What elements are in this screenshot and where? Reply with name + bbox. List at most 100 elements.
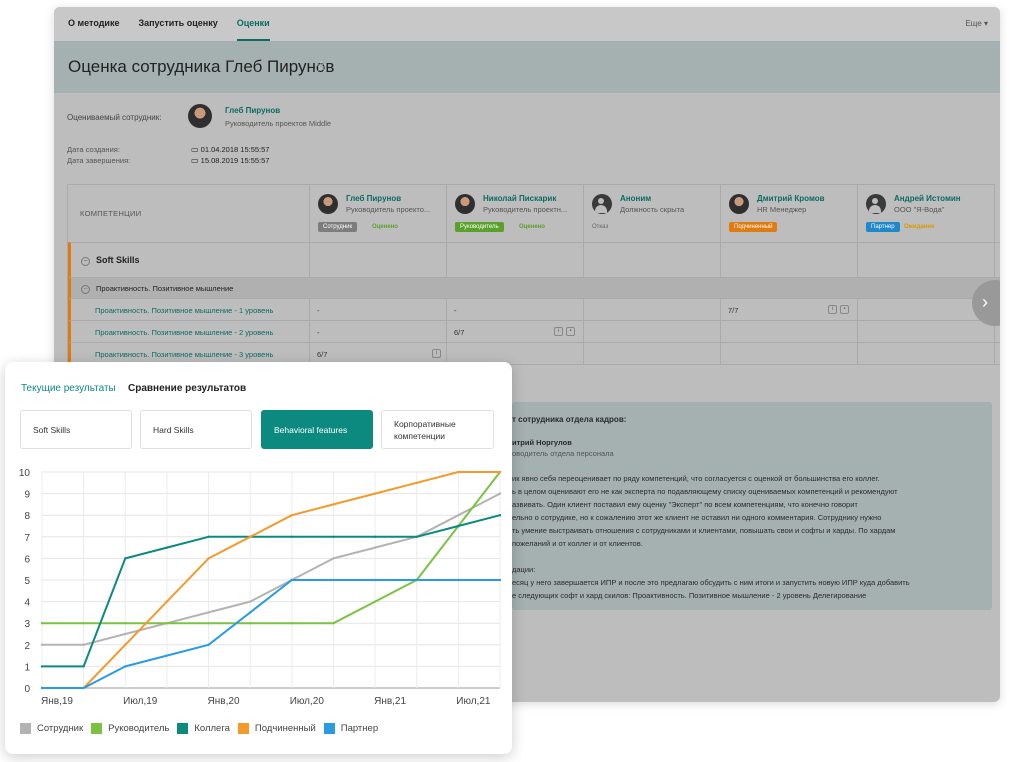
assessor-status: Оценено (519, 224, 545, 230)
assessor-badge: Руководитель (455, 222, 504, 232)
competency-label[interactable]: Проактивность. Позитивное мышление - 3 у… (95, 350, 273, 359)
star-icon[interactable]: ☆ (315, 58, 328, 75)
data-point (332, 622, 335, 625)
review-line: пожеланий и от коллег и от клиентов. (512, 539, 643, 548)
table-row: Проактивность. Позитивное мышление - 3 у… (68, 342, 1000, 364)
data-point (248, 622, 252, 625)
data-point (373, 546, 377, 549)
assessor-role: HR Менеджер (757, 205, 807, 214)
score-cell (721, 299, 858, 320)
legend-item[interactable]: Сотрудник (20, 723, 83, 734)
more-menu[interactable]: Еще ▾ (965, 7, 988, 41)
collapse-icon[interactable]: − (81, 257, 90, 266)
score-cell (447, 299, 584, 320)
data-point (373, 578, 377, 582)
review-line: ельно о сотрудике, но к сожалению этот ж… (512, 513, 882, 522)
created-label: Дата создания: (67, 145, 120, 154)
x-tick-label: Янв,21 (374, 696, 406, 707)
review-author[interactable]: итрий Норгулов (512, 438, 572, 447)
group-row[interactable]: − Soft Skills (68, 242, 1000, 277)
data-point (40, 686, 44, 690)
score-value: - (454, 306, 457, 315)
y-tick-label: 2 (24, 641, 30, 652)
legend-item[interactable]: Руководитель (91, 723, 169, 734)
y-tick-label: 4 (24, 598, 30, 609)
more-label: Еще (965, 19, 982, 28)
assessor-role: Руководитель проекто... (346, 205, 431, 214)
y-tick-label: 6 (24, 554, 30, 565)
recommendation-line: е следующих софт и хард скилов: Проактив… (512, 591, 867, 600)
review-author-role: оводитель отдела персонала (512, 449, 614, 458)
tab-compare-results[interactable]: Сравнение результатов (128, 383, 246, 394)
review-line: ь в целом оценивают его не как эксперта … (512, 487, 898, 496)
data-point (165, 622, 169, 625)
competency-label[interactable]: Проактивность. Позитивное мышление - 2 у… (95, 328, 273, 337)
assessor-name[interactable]: Дмитрий Кромов (757, 194, 825, 203)
subgroup-name: Проактивность. Позитивное мышление (96, 284, 234, 293)
y-tick-label: 8 (24, 511, 30, 522)
hr-review-panel: т сотрудника отдела кадров: итрий Норгул… (512, 402, 992, 610)
category-hard-skills[interactable]: Hard Skills (140, 410, 252, 449)
calendar-icon: ▭ (191, 145, 199, 154)
data-point (415, 535, 418, 538)
info-icon[interactable]: i (828, 305, 837, 314)
comment-icon[interactable]: ▪ (840, 305, 849, 314)
assessor-name[interactable]: Глеб Пирунов (346, 194, 401, 203)
series-line (42, 492, 501, 646)
score-value: 7/7 (728, 306, 739, 315)
score-value: 6/7 (317, 350, 328, 359)
nav-tab-start-assessment[interactable]: Запустить оценку (138, 7, 217, 41)
score-cell (584, 299, 721, 320)
nav-tab-methodology[interactable]: О методике (68, 7, 119, 41)
data-point (290, 514, 294, 517)
assessor-badge: Подчиненный (729, 222, 778, 232)
data-point (40, 622, 44, 625)
employee-avatar (188, 104, 212, 128)
assessor-status: Ожидание (904, 224, 935, 230)
info-icon[interactable]: i (432, 349, 441, 358)
assessor-column: Дмитрий Кромов HR Менеджер Подчиненный (721, 184, 858, 242)
score-cell (310, 343, 447, 364)
chevron-down-icon: ▾ (983, 19, 988, 28)
score-cell (584, 321, 721, 342)
competency-label[interactable]: Проактивность. Позитивное мышление - 1 у… (95, 306, 273, 315)
legend-item[interactable]: Партнер (323, 723, 378, 734)
tab-current-results[interactable]: Текущие результаты (21, 383, 116, 394)
collapse-icon[interactable]: − (81, 285, 90, 294)
table-row: Проактивность. Позитивное мышление - 1 у… (68, 298, 1000, 320)
score-cell (584, 343, 721, 364)
assessor-name[interactable]: Андрей Истомин (894, 194, 961, 203)
legend-label: Коллега (194, 723, 230, 734)
data-point (457, 524, 460, 528)
data-point (124, 557, 127, 560)
y-tick-label: 0 (24, 684, 30, 695)
legend-item[interactable]: Подчиненный (237, 723, 316, 734)
assessor-column: Глеб Пирунов Руководитель проекто... Сот… (310, 184, 447, 242)
finished-label: Дата завершения: (67, 156, 131, 165)
nav-tab-assessments[interactable]: Оценки (236, 7, 270, 41)
data-point (373, 492, 377, 495)
legend-label: Сотрудник (37, 723, 84, 734)
y-tick-label: 5 (24, 576, 30, 587)
x-tick-label: Июл,21 (456, 696, 491, 707)
category-behavioral-features[interactable]: Behavioral features (261, 410, 373, 449)
info-icon[interactable]: i (554, 327, 563, 336)
category-soft-skills[interactable]: Soft Skills (20, 410, 132, 449)
data-point (124, 632, 127, 636)
y-tick-label: 9 (24, 490, 30, 501)
subgroup-row[interactable]: − Проактивность. Позитивное мышление (68, 277, 1000, 298)
data-point (373, 535, 377, 538)
assessor-name[interactable]: Николай Пискарик (483, 194, 556, 203)
data-point (457, 514, 460, 517)
category-corporate-competencies[interactable]: Корпоративные компетенции (381, 410, 494, 449)
assessor-badge: Партнер (866, 222, 900, 232)
employee-name[interactable]: Глеб Пирунов (225, 106, 280, 115)
assessor-name[interactable]: Аноним (620, 194, 651, 203)
data-point (124, 665, 127, 668)
comment-icon[interactable]: ▪ (566, 327, 575, 336)
assessor-status: Оценено (372, 224, 398, 230)
legend-item[interactable]: Коллега (177, 723, 230, 734)
recommendation-line: есяц у него завершается ИПР и после это … (512, 578, 910, 587)
data-point (290, 535, 294, 538)
title-bar: Оценка сотрудника Глеб Пирунов ☆ (54, 41, 1000, 93)
